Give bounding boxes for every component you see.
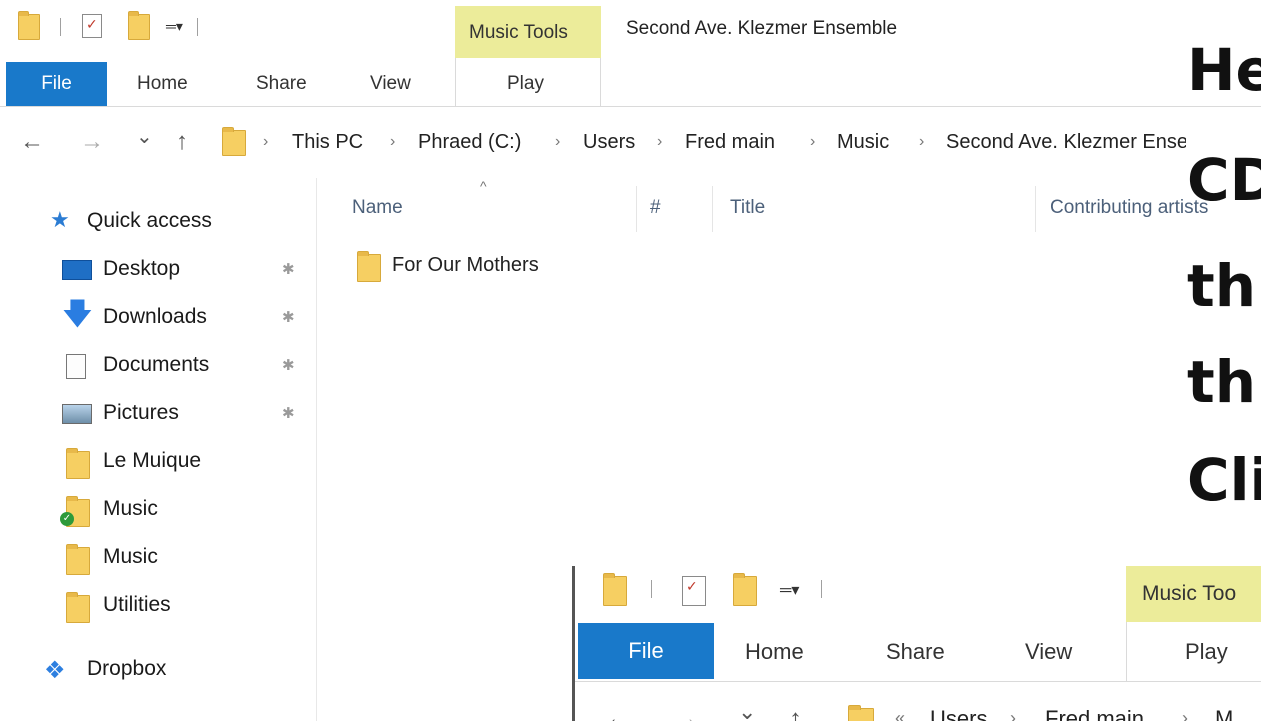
- tab-view[interactable]: View: [370, 73, 411, 95]
- qat-customize-icon[interactable]: ═▾: [166, 18, 183, 35]
- context-tab-label: Music Too: [1142, 582, 1237, 605]
- address-folder-icon: [848, 705, 874, 721]
- column-divider[interactable]: [636, 186, 637, 232]
- column-name[interactable]: Name: [352, 197, 403, 219]
- column-divider[interactable]: [712, 186, 713, 232]
- crumb-music[interactable]: Music: [837, 131, 889, 154]
- recent-locations-button: ⌄: [738, 699, 757, 721]
- window-title: Second Ave. Klezmer Ensemble: [626, 18, 898, 39]
- sort-ascending-icon: ^: [480, 178, 487, 194]
- sidebar-item-le-muique[interactable]: Le Muique: [103, 449, 201, 473]
- chevron-right-icon: ›: [263, 133, 269, 150]
- column-divider[interactable]: [1035, 186, 1036, 232]
- sidebar-item-music[interactable]: Music: [103, 497, 158, 521]
- crumb-user: Fred main: [1045, 706, 1145, 721]
- forward-button: →: [673, 703, 699, 721]
- qat-folder-icon: [603, 573, 627, 606]
- crumb-music: M: [1215, 706, 1234, 721]
- address-folder-icon: [222, 127, 246, 156]
- sidebar-item-desktop[interactable]: Desktop: [103, 257, 180, 281]
- crumb-users: Users: [930, 706, 988, 721]
- chevron-right-icon: ›: [657, 133, 663, 150]
- chevron-right-icon: ›: [810, 133, 816, 150]
- folder-icon: [66, 448, 90, 479]
- chevron-right-icon: ›: [1182, 708, 1188, 721]
- star-icon: ★: [50, 207, 70, 232]
- tab-home: Home: [745, 639, 804, 664]
- column-contributing-artists[interactable]: Contributing artists: [1050, 197, 1208, 219]
- overlay-text-line: th: [1187, 252, 1257, 320]
- sidebar-item-dropbox[interactable]: Dropbox: [87, 657, 166, 681]
- crumb-current-folder[interactable]: Second Ave. Klezmer Ensemble: [946, 131, 1186, 154]
- pin-icon[interactable]: ✱: [282, 308, 295, 326]
- sidebar-item-documents[interactable]: Documents: [103, 353, 209, 377]
- crumb-drive[interactable]: Phraed (C:): [418, 131, 521, 154]
- tab-file: File: [578, 623, 714, 679]
- qat-separator: [651, 580, 652, 598]
- qat-separator: [821, 580, 822, 598]
- recent-locations-button[interactable]: ⌄: [136, 124, 153, 149]
- crumb-this-pc[interactable]: This PC: [292, 131, 363, 154]
- crumb-user[interactable]: Fred main: [685, 131, 775, 154]
- qat-new-folder-icon: [733, 573, 757, 606]
- chevron-right-icon: ›: [919, 133, 925, 150]
- up-button[interactable]: ↑: [176, 128, 188, 156]
- column-number[interactable]: #: [650, 197, 661, 219]
- qat-customize-icon: ═▾: [780, 582, 800, 599]
- qat-separator: [197, 18, 198, 36]
- chevron-right-icon: ›: [390, 133, 396, 150]
- qat-properties-icon[interactable]: [82, 14, 102, 38]
- chevron-left-icon: «: [895, 708, 906, 721]
- column-title[interactable]: Title: [730, 197, 765, 219]
- tab-play: Play: [1185, 639, 1228, 664]
- ribbon-divider: [575, 681, 1261, 682]
- tab-play[interactable]: Play: [507, 73, 544, 95]
- crumb-users[interactable]: Users: [583, 131, 635, 154]
- forward-button[interactable]: →: [80, 128, 104, 156]
- document-icon: [66, 354, 86, 379]
- picture-icon: [62, 404, 92, 424]
- context-tab-label: Music Tools: [469, 22, 568, 43]
- sidebar-item-utilities[interactable]: Utilities: [103, 593, 171, 617]
- overlay-text-line: Cli: [1187, 446, 1261, 514]
- sidebar-item-downloads[interactable]: Downloads: [103, 305, 207, 329]
- pin-icon[interactable]: ✱: [282, 404, 295, 422]
- tab-file[interactable]: File: [6, 62, 107, 106]
- list-item[interactable]: For Our Mothers: [392, 254, 539, 277]
- nav-pane-divider: [316, 178, 317, 721]
- check-badge-icon: ✓: [60, 512, 74, 526]
- download-arrow-icon: 🡇: [62, 298, 93, 331]
- tab-share: Share: [886, 639, 945, 664]
- qat-separator: [60, 18, 61, 36]
- ribbon-divider: [0, 106, 1261, 107]
- desktop-icon: [62, 260, 92, 280]
- tab-view: View: [1025, 639, 1073, 664]
- qat-folder-icon[interactable]: [18, 11, 40, 40]
- folder-icon: [66, 592, 90, 623]
- chevron-right-icon: ›: [555, 133, 561, 150]
- back-button[interactable]: ←: [20, 128, 44, 156]
- folder-icon: [66, 544, 90, 575]
- inset-explorer-screenshot: ═▾ Music Too File Home Share View Play ←…: [572, 566, 1261, 721]
- overlay-text-line: th: [1187, 348, 1257, 416]
- sidebar-item-pictures[interactable]: Pictures: [103, 401, 179, 425]
- qat-new-folder-icon[interactable]: [128, 11, 150, 40]
- qat-properties-icon: [682, 576, 706, 606]
- chevron-right-icon: ›: [1010, 708, 1016, 721]
- tab-share[interactable]: Share: [256, 73, 307, 95]
- dropbox-icon: ❖: [44, 657, 66, 684]
- overlay-text-line: He: [1187, 36, 1261, 104]
- up-button: ↑: [789, 703, 802, 721]
- tab-home[interactable]: Home: [137, 73, 188, 95]
- back-button: ←: [605, 703, 631, 721]
- sidebar-item-quick-access[interactable]: Quick access: [87, 209, 212, 233]
- sidebar-item-music-2[interactable]: Music: [103, 545, 158, 569]
- overlay-text-line: CD: [1187, 146, 1261, 214]
- pin-icon[interactable]: ✱: [282, 356, 295, 374]
- pin-icon[interactable]: ✱: [282, 260, 295, 278]
- folder-icon: [357, 251, 381, 282]
